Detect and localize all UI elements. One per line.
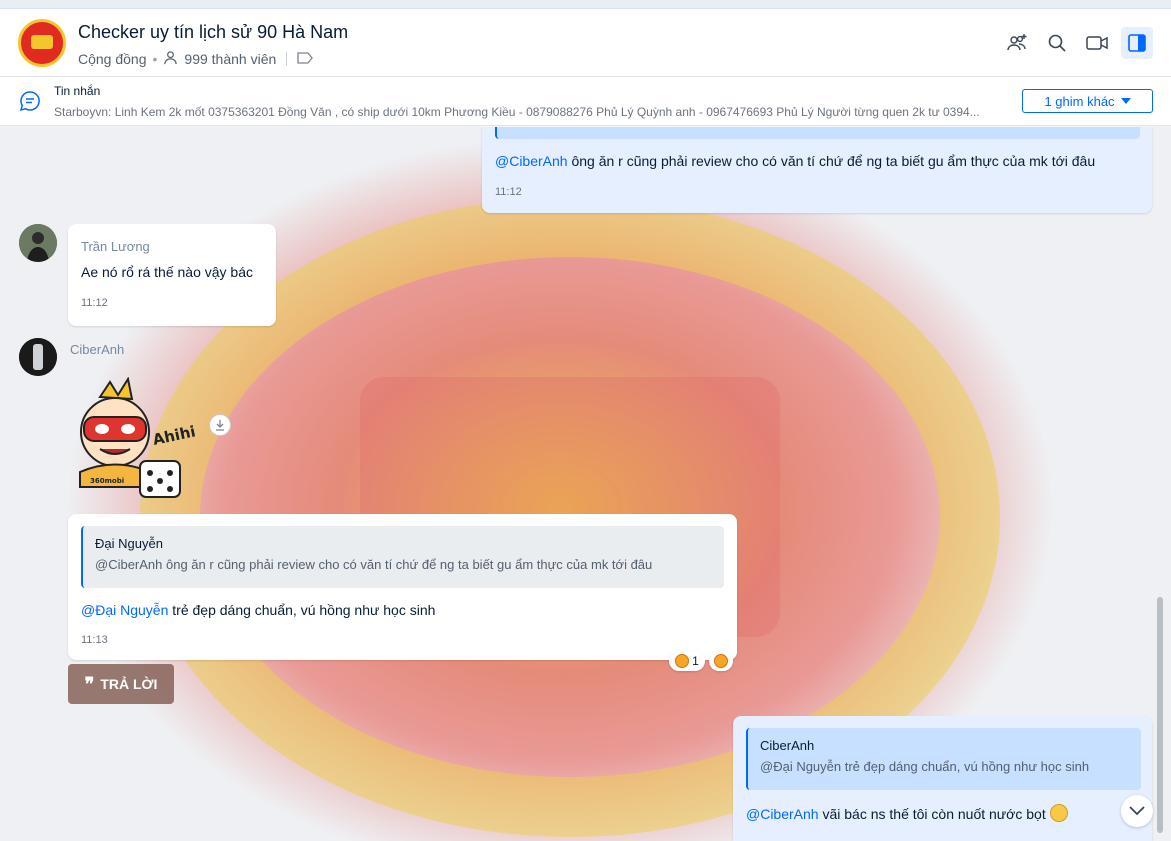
group-subtitle: Cộng đồng • 999 thành viên [78,50,314,68]
more-pins-label: 1 ghim khác [1044,93,1115,109]
mention[interactable]: @CiberAnh [746,806,819,822]
pinned-title: Tin nhắn [54,84,101,98]
members-count[interactable]: 999 thành viên [184,51,276,67]
download-icon[interactable] [209,414,231,436]
shocked-emoji-icon [1049,804,1068,822]
chevron-down-icon [1120,97,1131,104]
group-title[interactable]: Checker uy tín lịch sử 90 Hà Nam [78,22,348,43]
group-type: Cộng đồng [78,51,147,67]
avatar[interactable] [19,338,57,376]
quote-name: CiberAnh [760,738,815,753]
quote-text: @CiberAnh ông ăn r cũng phải review cho … [95,557,653,572]
pinned-text[interactable]: Starboyvn: Linh Kem 2k mốt 0375363201 Đồ… [54,105,999,119]
quote-block[interactable]: Đại Nguyễn @CiberAnh ông ăn r cũng phải … [81,526,724,588]
add-member-icon[interactable] [1001,27,1033,59]
members-icon[interactable] [163,50,178,68]
message-text: @CiberAnh vãi bác ns thế tôi còn nuốt nư… [746,804,1068,824]
sidebar-toggle-icon[interactable] [1121,27,1153,59]
avatar[interactable] [19,224,57,262]
separator-dot: • [152,51,158,67]
message-bubble[interactable]: Đại Nguyễn @CiberAnh ông ăn r cũng phải … [68,514,737,660]
sticker-brand: 360mobi [90,477,124,485]
message-bubble[interactable]: CiberAnh @Đại Nguyễn trẻ đẹp dáng chuẩn,… [733,716,1152,841]
message-bubble[interactable]: @CiberAnh ông ăn r cũng phải review cho … [482,127,1152,213]
sticker-caption: Ahihi [151,422,197,449]
reaction-summary[interactable]: 1 [669,651,705,671]
search-icon[interactable] [1041,27,1073,59]
add-reaction-button[interactable] [709,651,733,671]
quote-mark-icon: ❞ [84,673,95,694]
video-call-icon[interactable] [1081,27,1113,59]
message-text: Ae nó rổ rá thế nào vậy bác [81,264,253,280]
message-body: trẻ đẹp dáng chuẩn, vú hồng như học sinh [168,602,436,618]
sender-name[interactable]: Trần Lương [81,239,150,254]
message-time: 11:12 [81,297,108,309]
sticker[interactable]: Ahihi 360mobi [70,376,200,502]
chevron-down-icon [1129,806,1145,816]
message-text: @CiberAnh ông ăn r cũng phải review cho … [495,151,1095,171]
mention[interactable]: @CiberAnh [495,153,568,169]
message-bubble[interactable]: Trần Lương Ae nó rổ rá thế nào vậy bác 1… [68,224,276,326]
tag-icon[interactable] [297,51,314,67]
divider [286,52,288,66]
group-avatar[interactable] [18,19,66,67]
message-time: 11:12 [495,186,522,198]
haha-emoji-icon [675,654,690,668]
message-time: 11:13 [81,634,108,646]
haha-emoji-icon [714,654,728,668]
header-actions [1001,27,1153,59]
mention[interactable]: @Đại Nguyễn [81,602,168,618]
message-text: @Đại Nguyễn trẻ đẹp dáng chuẩn, vú hồng … [81,600,435,620]
message-icon [19,90,41,117]
quote-block-cut [495,127,1140,139]
message-list[interactable]: @CiberAnh ông ăn r cũng phải review cho … [0,127,1171,841]
sender-name[interactable]: CiberAnh [70,342,124,357]
pinned-message-bar[interactable]: Tin nhắn Starboyvn: Linh Kem 2k mốt 0375… [0,77,1171,126]
more-pins-button[interactable]: 1 ghim khác [1022,89,1153,113]
message-body: vãi bác ns thế tôi còn nuốt nước bọt [818,806,1046,822]
reply-label: TRẢ LỜI [100,676,158,692]
reply-button[interactable]: ❞ TRẢ LỜI [68,664,174,704]
scroll-to-bottom-button[interactable] [1121,795,1153,827]
window-top-strip [0,0,1171,9]
scrollbar[interactable] [1157,597,1163,833]
quote-name: Đại Nguyễn [95,536,163,551]
reaction-count: 1 [692,654,699,668]
chat-header: Checker uy tín lịch sử 90 Hà Nam Cộng đồ… [0,9,1171,77]
quote-text: @Đại Nguyễn trẻ đẹp dáng chuẩn, vú hồng … [760,759,1090,774]
quote-block[interactable]: CiberAnh @Đại Nguyễn trẻ đẹp dáng chuẩn,… [746,728,1141,790]
message-body: ông ăn r cũng phải review cho có văn tí … [567,153,1096,169]
